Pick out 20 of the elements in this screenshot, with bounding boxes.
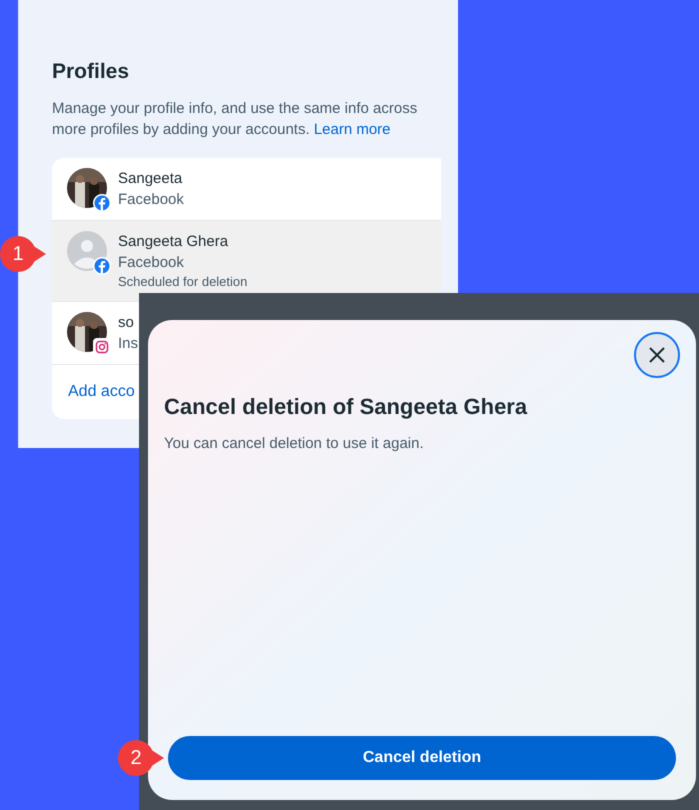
facebook-icon	[93, 256, 111, 274]
learn-more-link[interactable]: Learn more	[314, 120, 391, 138]
profile-platform: Ins	[118, 334, 138, 354]
profile-name: so	[118, 312, 135, 332]
instagram-icon	[93, 338, 111, 356]
facebook-icon	[93, 194, 111, 212]
profile-status: Scheduled for deletion	[118, 272, 248, 290]
dialog-title: Cancel deletion of Sangeeta Ghera	[164, 393, 528, 421]
close-button[interactable]	[634, 332, 680, 378]
profile-name: Sangeeta Ghera	[118, 232, 230, 252]
profile-platform: Facebook	[118, 252, 185, 272]
profile-row[interactable]: Sangeeta Facebook	[52, 158, 441, 220]
profile-row[interactable]: Sangeeta Ghera Facebook Scheduled for deletion	[52, 220, 441, 302]
dialog-subtitle: You can cancel deletion to use it again.	[164, 434, 425, 454]
close-icon	[648, 346, 666, 364]
profile-name: Sangeeta	[118, 168, 184, 188]
profile-platform: Facebook	[118, 190, 184, 210]
section-title: Profiles	[52, 59, 130, 85]
section-description: Manage your profile info, and use the same info across more profiles by adding your accounts. Learn more	[52, 98, 418, 140]
cancel-deletion-button[interactable]: Cancel deletion	[168, 736, 676, 780]
